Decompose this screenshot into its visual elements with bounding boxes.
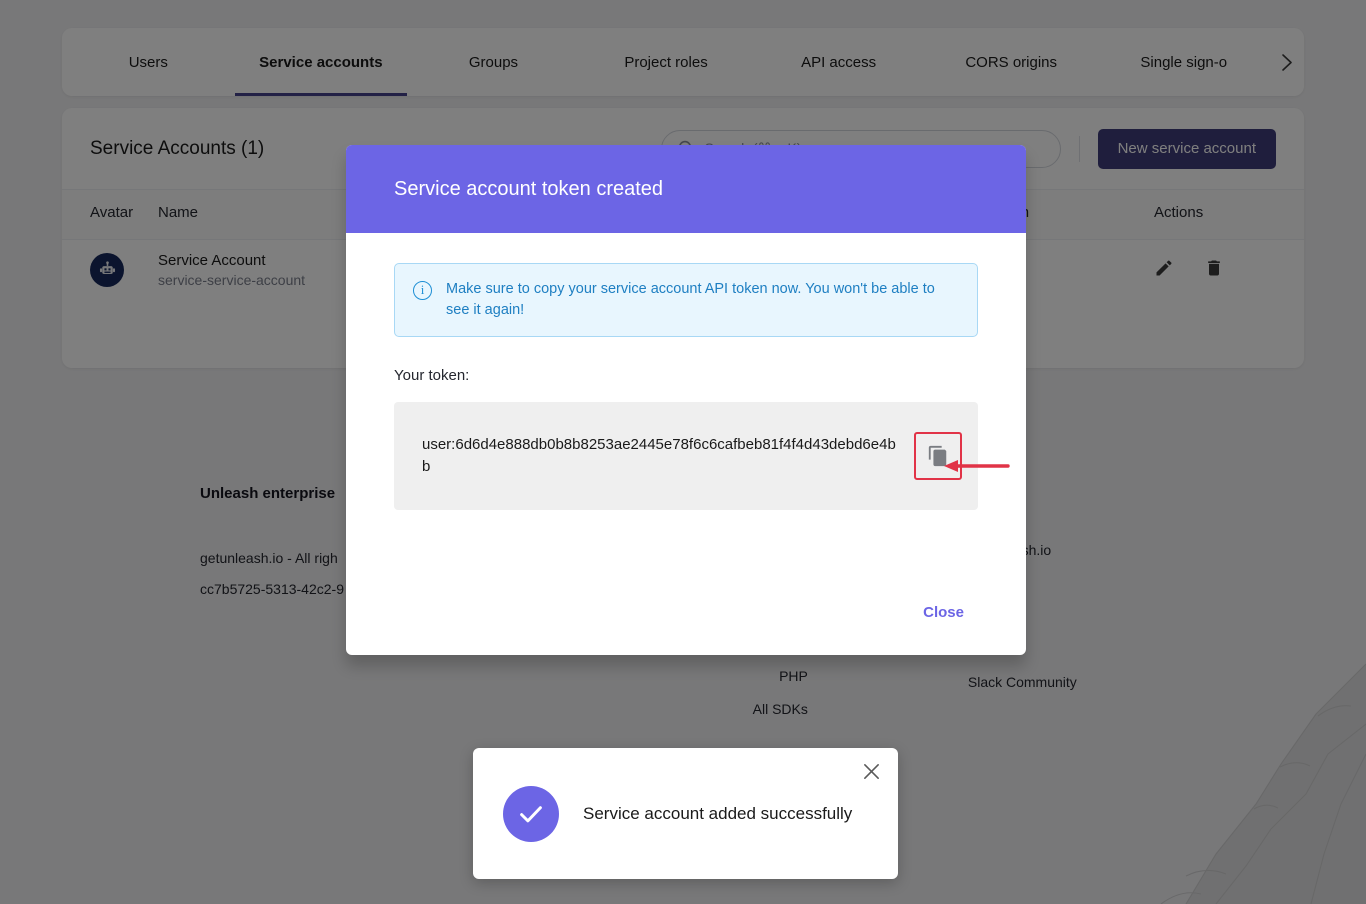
check-circle-icon xyxy=(503,786,559,842)
success-toast: Service account added successfully xyxy=(473,748,898,879)
close-glyph xyxy=(862,762,881,781)
toast-message: Service account added successfully xyxy=(583,800,852,827)
token-label: Your token: xyxy=(394,367,978,384)
close-icon[interactable] xyxy=(862,762,881,786)
copy-icon xyxy=(927,445,949,467)
app-root: Users Service accounts Groups Project ro… xyxy=(0,0,1366,904)
dialog-header: Service account token created xyxy=(346,145,1026,233)
copy-token-warning-alert: i Make sure to copy your service account… xyxy=(394,263,978,337)
close-button[interactable]: Close xyxy=(909,596,978,629)
dialog-title: Service account token created xyxy=(394,178,663,201)
dialog-footer: Close xyxy=(346,596,1026,655)
token-created-dialog: Service account token created i Make sur… xyxy=(346,145,1026,655)
info-icon: i xyxy=(413,281,432,300)
token-value: user:6d6d4e888db0b8b8253ae2445e78f6c6caf… xyxy=(422,434,902,478)
check-glyph xyxy=(516,799,546,829)
copy-token-button[interactable] xyxy=(914,432,962,480)
dialog-body: i Make sure to copy your service account… xyxy=(346,233,1026,596)
alert-text: Make sure to copy your service account A… xyxy=(446,279,959,321)
token-display-box: user:6d6d4e888db0b8b8253ae2445e78f6c6caf… xyxy=(394,402,978,510)
